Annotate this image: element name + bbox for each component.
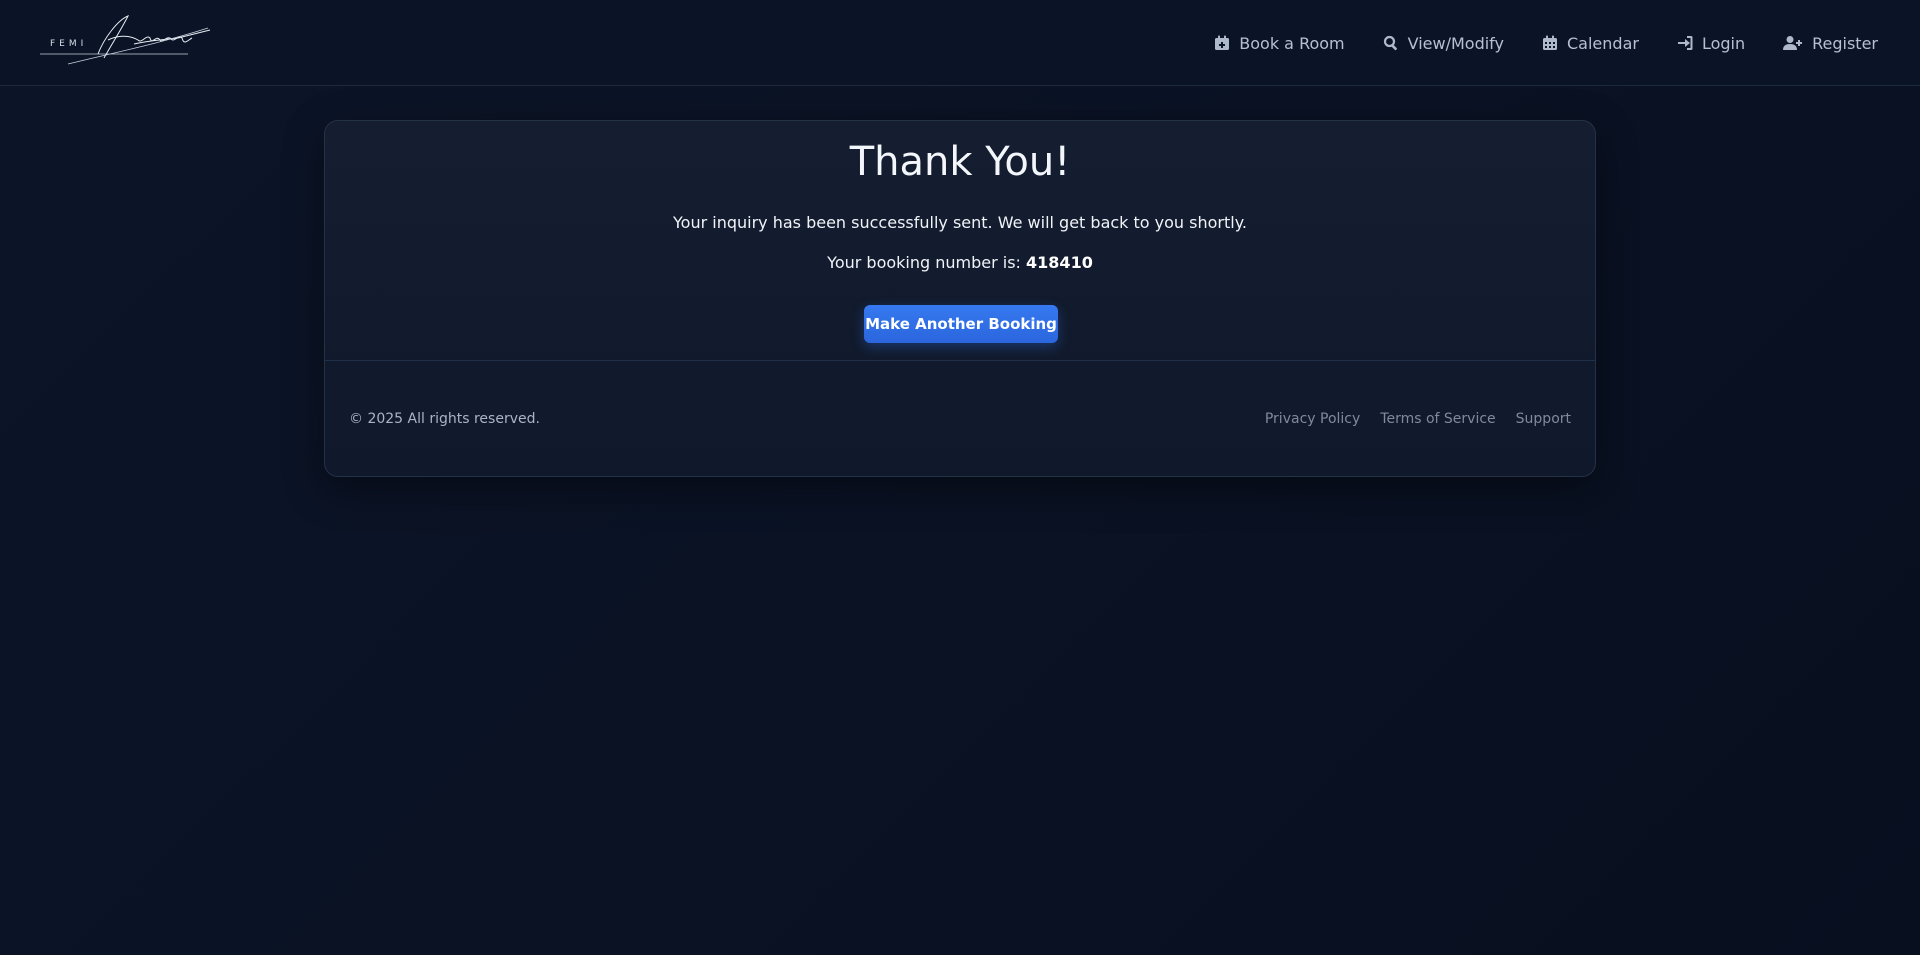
- signature-logo-icon: FEMI: [40, 15, 211, 65]
- search-icon: [1383, 35, 1397, 51]
- nav-label: Calendar: [1567, 33, 1639, 53]
- user-plus-icon: [1783, 36, 1803, 50]
- svg-text:FEMI: FEMI: [50, 39, 87, 49]
- confirmation-card: Thank You! Your inquiry has been success…: [324, 120, 1596, 477]
- booking-number: 418410: [1026, 253, 1093, 272]
- nav-links: Book a Room View/Modify Calendar Login R…: [1214, 0, 1878, 86]
- brand-logo[interactable]: FEMI: [38, 14, 213, 66]
- nav-view-modify[interactable]: View/Modify: [1383, 34, 1504, 53]
- sign-in-icon: [1677, 36, 1693, 50]
- nav-login[interactable]: Login: [1677, 34, 1745, 53]
- page-title: Thank You!: [849, 139, 1071, 185]
- support-link[interactable]: Support: [1516, 411, 1571, 427]
- nav-label: Register: [1812, 33, 1878, 53]
- privacy-policy-link[interactable]: Privacy Policy: [1265, 411, 1360, 427]
- make-another-booking-button[interactable]: Make Another Booking: [864, 305, 1058, 343]
- nav-label: View/Modify: [1407, 33, 1504, 53]
- nav-book-a-room[interactable]: Book a Room: [1214, 33, 1345, 53]
- top-navbar: FEMI Book a Room View/Modify Calendar Lo…: [0, 0, 1920, 86]
- nav-calendar[interactable]: Calendar: [1542, 34, 1639, 53]
- booking-number-line: Your booking number is: 418410: [325, 253, 1595, 272]
- nav-label: Book a Room: [1239, 33, 1345, 53]
- nav-label: Login: [1701, 33, 1746, 53]
- booking-number-label: Your booking number is:: [827, 253, 1027, 272]
- confirmation-message: Your inquiry has been successfully sent.…: [673, 213, 1247, 232]
- footer-links: Privacy Policy Terms of Service Support: [1265, 411, 1571, 427]
- calendar-plus-icon: [1215, 35, 1230, 50]
- card-footer: © 2025 All rights reserved. Privacy Poli…: [325, 361, 1595, 476]
- confirmation-body: Thank You! Your inquiry has been success…: [325, 121, 1595, 360]
- nav-register[interactable]: Register: [1783, 34, 1878, 53]
- calendar-icon: [1543, 35, 1557, 50]
- copyright-text: © 2025 All rights reserved.: [349, 411, 540, 427]
- terms-of-service-link[interactable]: Terms of Service: [1380, 411, 1495, 427]
